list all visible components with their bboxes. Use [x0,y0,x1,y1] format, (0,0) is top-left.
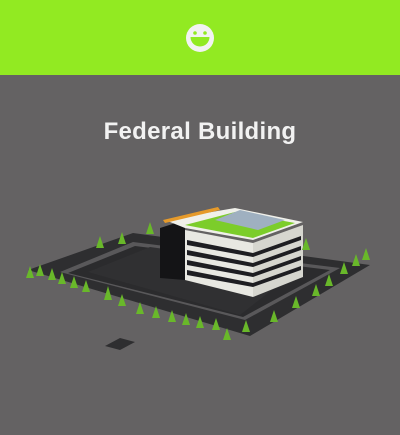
header-bar [0,0,400,75]
building-illustration [26,207,370,350]
page-title: Federal Building [103,118,297,145]
smiley-icon [186,23,214,52]
